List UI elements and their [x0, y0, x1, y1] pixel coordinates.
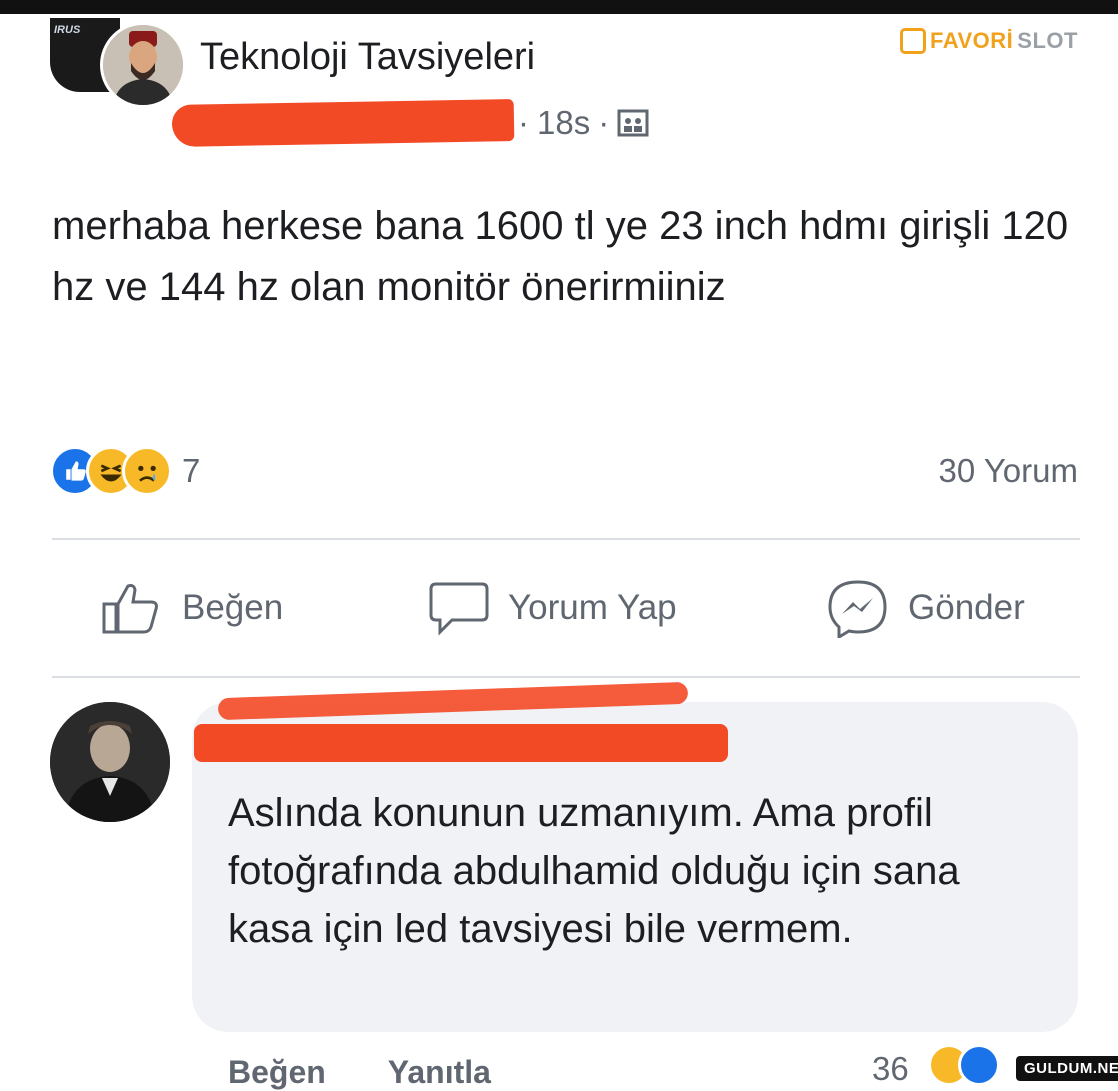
meta-separator-2: ·	[598, 104, 610, 141]
post-meta: · 18s ·	[518, 104, 649, 142]
poster-avatar[interactable]	[100, 22, 186, 108]
commenter-avatar[interactable]	[50, 702, 170, 822]
group-audience-icon	[617, 109, 649, 137]
group-name[interactable]: Teknoloji Tavsiyeleri	[200, 36, 535, 79]
post-time[interactable]: 18s	[537, 104, 590, 142]
comment-reply-button[interactable]: Yanıtla	[388, 1054, 491, 1091]
comment-body-text: Aslında konunun uzmanıyım. Ama profil fo…	[228, 791, 960, 951]
divider-bottom	[52, 676, 1080, 678]
post-reactions[interactable]: 7	[50, 446, 200, 496]
meta-separator: ·	[518, 104, 529, 141]
site-logo-icon	[900, 28, 926, 54]
like-button-label: Beğen	[182, 588, 284, 627]
sad-reaction-icon	[122, 446, 172, 496]
site-watermark: GULDUM.NET	[1016, 1056, 1118, 1081]
divider-top	[52, 538, 1080, 540]
like-button[interactable]: Beğen	[100, 578, 283, 638]
comment-actions: Beğen Yanıtla	[228, 1054, 491, 1091]
redacted-author-name	[171, 99, 515, 147]
site-logo: FAVORİ SLOT	[900, 28, 1078, 54]
comment-button[interactable]: Yorum Yap	[428, 578, 677, 638]
comment-bubble-icon	[429, 582, 489, 636]
site-logo-text-secondary: SLOT	[1017, 28, 1078, 53]
site-logo-text-primary: FAVORİ	[930, 28, 1014, 53]
thumbs-up-icon	[102, 584, 158, 634]
reaction-count: 7	[182, 452, 201, 489]
commenter-avatar-icon	[50, 702, 170, 822]
send-button[interactable]: Gönder	[826, 578, 1025, 638]
redacted-commenter-name	[194, 724, 728, 762]
comment-count-link[interactable]: 30 Yorum	[939, 452, 1078, 490]
post-body-text: merhaba herkese bana 1600 tl ye 23 inch …	[52, 204, 1069, 309]
poster-avatar-icon	[103, 25, 183, 105]
send-button-label: Gönder	[908, 588, 1025, 627]
comment-button-label: Yorum Yap	[508, 588, 677, 627]
group-cover-tag: IRUS	[54, 24, 81, 36]
comment-like-button[interactable]: Beğen	[228, 1054, 326, 1091]
comment-reaction-count: 36	[872, 1050, 909, 1087]
messenger-icon	[828, 580, 887, 638]
post-action-bar: Beğen Yorum Yap Gönder	[0, 570, 1118, 650]
top-edge-bar	[0, 0, 1118, 14]
